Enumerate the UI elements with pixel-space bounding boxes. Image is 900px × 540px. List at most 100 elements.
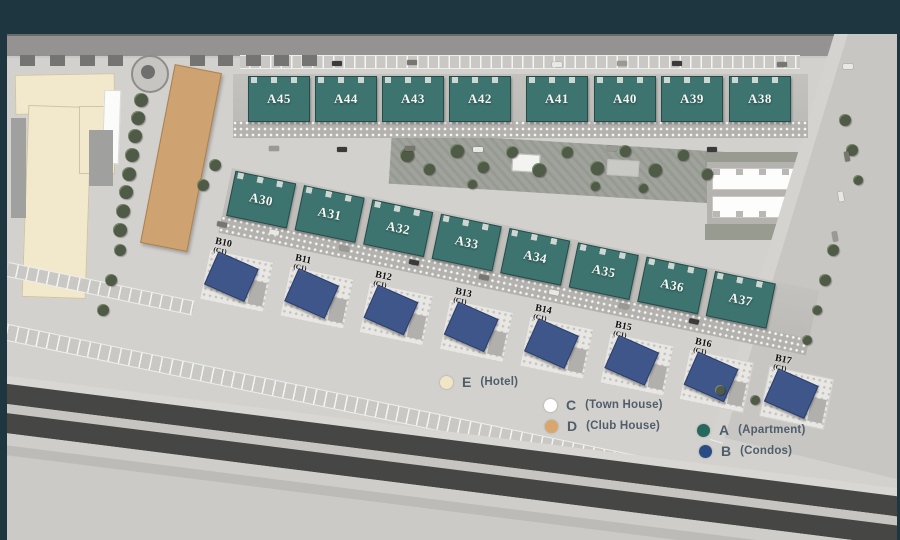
legend-code: E [462, 374, 471, 390]
legend-item-club-house: D (Club House) [545, 418, 660, 434]
building-label: A39 [662, 77, 722, 121]
tree-icon [131, 111, 145, 125]
tree-icon [116, 204, 130, 218]
street-planter [246, 55, 261, 66]
tree-icon [197, 179, 209, 191]
building-label: A42 [450, 77, 510, 121]
legend-code: A [719, 422, 729, 438]
parked-car [777, 62, 787, 67]
building-b15[interactable]: B15(C1) [599, 322, 674, 396]
tree-icon [561, 146, 573, 158]
parked-car [405, 146, 415, 151]
building-a40[interactable]: A40 [594, 76, 656, 122]
street-planter [274, 55, 289, 66]
building-b16[interactable]: B16(C1) [679, 339, 754, 413]
tree-icon [750, 395, 760, 405]
park-court [607, 159, 640, 177]
legend-label: (Hotel) [480, 376, 518, 388]
parked-car [473, 147, 483, 152]
parking-structure [89, 130, 113, 186]
legend-label: (Condos) [740, 445, 792, 457]
building-a41[interactable]: A41 [526, 76, 588, 122]
tree-icon [590, 181, 600, 191]
building-b12[interactable]: B12(C1) [359, 272, 434, 346]
roundabout [131, 55, 169, 93]
site-plan-image: A45A44A43A42A41A40A39A38 A30A31A32A33A34… [0, 0, 900, 540]
tree-icon [105, 274, 117, 286]
tree-icon [114, 244, 126, 256]
parked-car [707, 147, 717, 152]
building-label: A45 [249, 77, 309, 121]
tree-icon [677, 149, 689, 161]
tree-icon [97, 304, 109, 316]
building-label: A40 [595, 77, 655, 121]
building-b14[interactable]: B14(C1) [519, 306, 594, 380]
legend-item-town-house: C (Town House) [544, 397, 663, 413]
legend-code: D [567, 418, 577, 434]
building-a38[interactable]: A38 [729, 76, 791, 122]
garage-strip [233, 121, 808, 138]
apartment-row-top: A45A44A43A42 A41A40A39A38 [233, 74, 808, 138]
building-b13[interactable]: B13(C1) [439, 289, 514, 363]
tree-icon [125, 148, 139, 162]
tree-icon [119, 185, 133, 199]
street-planter [218, 55, 233, 66]
building-b10[interactable]: B10(C1) [199, 239, 274, 313]
legend-color-dot [697, 424, 710, 437]
building-a44[interactable]: A44 [315, 76, 377, 122]
tree-icon [532, 163, 546, 177]
tree-icon [715, 385, 725, 395]
tree-icon [812, 305, 822, 315]
tree-icon [506, 146, 518, 158]
tree-icon [619, 145, 631, 157]
parked-car [332, 61, 342, 66]
legend-code: C [566, 397, 576, 413]
tree-icon [423, 163, 435, 175]
tree-icon [853, 175, 863, 185]
tree-icon [638, 183, 648, 193]
tree-icon [819, 274, 831, 286]
building-a45[interactable]: A45 [248, 76, 310, 122]
building-label: A38 [730, 77, 790, 121]
legend-label: (Apartment) [738, 424, 805, 436]
tree-icon [802, 335, 812, 345]
tree-icon [477, 161, 489, 173]
street-planter [50, 55, 65, 66]
parked-car [337, 147, 347, 152]
tree-icon [128, 129, 142, 143]
legend-label: (Town House) [585, 399, 663, 411]
legend-color-dot [545, 420, 558, 433]
tree-icon [839, 114, 851, 126]
tree-icon [467, 179, 477, 189]
street-planter [108, 55, 123, 66]
building-a42[interactable]: A42 [449, 76, 511, 122]
parked-car [672, 61, 682, 66]
tree-icon [122, 167, 136, 181]
street-planter [190, 55, 205, 66]
parked-car [607, 146, 617, 151]
parked-car [617, 61, 627, 66]
site-plan-map: A45A44A43A42A41A40A39A38 A30A31A32A33A34… [7, 34, 897, 540]
building-label: A43 [383, 77, 443, 121]
tree-icon [648, 163, 662, 177]
building-a43[interactable]: A43 [382, 76, 444, 122]
street-planter [302, 55, 317, 66]
tree-icon [590, 161, 604, 175]
tree-icon [113, 223, 127, 237]
parked-car [217, 221, 228, 228]
tree-icon [701, 168, 713, 180]
tree-icon [827, 244, 839, 256]
building-b11[interactable]: B11(C1) [279, 256, 354, 330]
legend-color-dot [440, 376, 453, 389]
legend-item-hotel: E (Hotel) [440, 374, 518, 390]
building-a39[interactable]: A39 [661, 76, 723, 122]
legend-code: B [721, 443, 731, 459]
legend-color-dot [544, 399, 557, 412]
legend-item-condos: B (Condos) [699, 443, 792, 459]
street-planter [20, 55, 35, 66]
legend-label: (Club House) [586, 420, 660, 432]
tree-icon [134, 93, 148, 107]
street-planter [80, 55, 95, 66]
tree-icon [209, 159, 221, 171]
building-b17[interactable]: B17(C1) [759, 356, 834, 430]
